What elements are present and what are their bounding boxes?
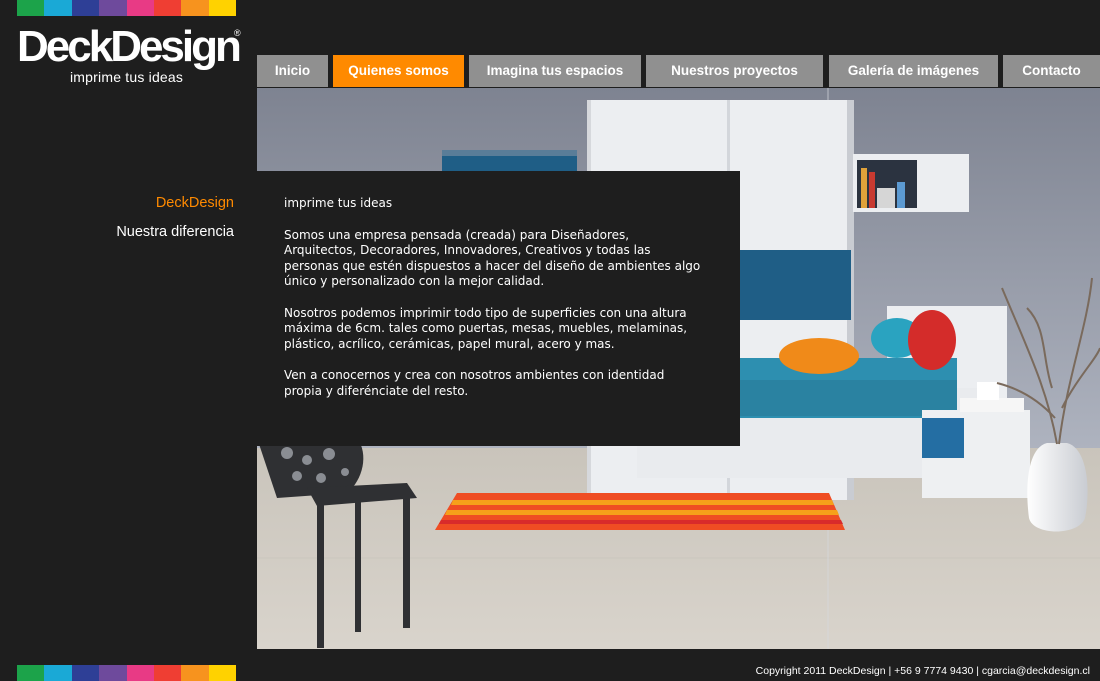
logo[interactable]: DeckDesign ® imprime tus ideas bbox=[17, 22, 245, 88]
nav-tab-quienes-somos[interactable]: Quienes somos bbox=[333, 55, 464, 87]
color-stripe-segment bbox=[99, 0, 127, 16]
about-content-panel: imprime tus ideas Somos una empresa pens… bbox=[257, 171, 740, 446]
color-stripe-segment bbox=[126, 665, 154, 681]
color-stripe-segment bbox=[208, 665, 236, 681]
content-paragraph: Somos una empresa pensada (creada) para … bbox=[284, 227, 701, 289]
color-stripe-segment bbox=[208, 0, 236, 16]
content-heading: imprime tus ideas bbox=[284, 196, 393, 210]
nav-tab-galeria-de-imagenes[interactable]: Galería de imágenes bbox=[829, 55, 998, 87]
nav-tab-nuestros-proyectos[interactable]: Nuestros proyectos bbox=[646, 55, 823, 87]
logo-tagline: imprime tus ideas bbox=[70, 69, 184, 85]
color-stripe-segment bbox=[181, 0, 209, 16]
nav-tab-imagina-tus-espacios[interactable]: Imagina tus espacios bbox=[469, 55, 641, 87]
color-stripe-segment bbox=[153, 0, 182, 16]
side-nav-deckdesign[interactable]: DeckDesign bbox=[116, 195, 234, 211]
nav-tab-contacto[interactable]: Contacto bbox=[1003, 55, 1100, 87]
color-stripe-segment bbox=[153, 665, 182, 681]
side-nav-nuestra-diferencia[interactable]: Nuestra diferencia bbox=[116, 224, 234, 240]
color-stripe-segment bbox=[126, 0, 154, 16]
color-stripe-segment bbox=[71, 0, 100, 16]
color-stripe-segment bbox=[181, 665, 209, 681]
registered-mark: ® bbox=[234, 28, 241, 38]
side-nav: DeckDesign Nuestra diferencia bbox=[116, 195, 234, 253]
color-stripe-segment bbox=[17, 665, 45, 681]
color-stripe-segment bbox=[17, 0, 45, 16]
color-stripe-segment bbox=[44, 665, 72, 681]
color-stripe-bottom bbox=[17, 665, 236, 681]
color-stripe-segment bbox=[99, 665, 127, 681]
footer-copyright: Copyright 2011 DeckDesign | +56 9 7774 9… bbox=[755, 665, 1090, 677]
color-stripe-top bbox=[17, 0, 236, 16]
logo-wordmark: DeckDesign bbox=[17, 22, 242, 71]
nav-tab-inicio[interactable]: Inicio bbox=[257, 55, 328, 87]
content-paragraph: Ven a conocernos y crea con nosotros amb… bbox=[284, 368, 665, 398]
color-stripe-segment bbox=[71, 665, 100, 681]
color-stripe-segment bbox=[44, 0, 72, 16]
content-paragraph: Nosotros podemos imprimir todo tipo de s… bbox=[284, 305, 688, 351]
